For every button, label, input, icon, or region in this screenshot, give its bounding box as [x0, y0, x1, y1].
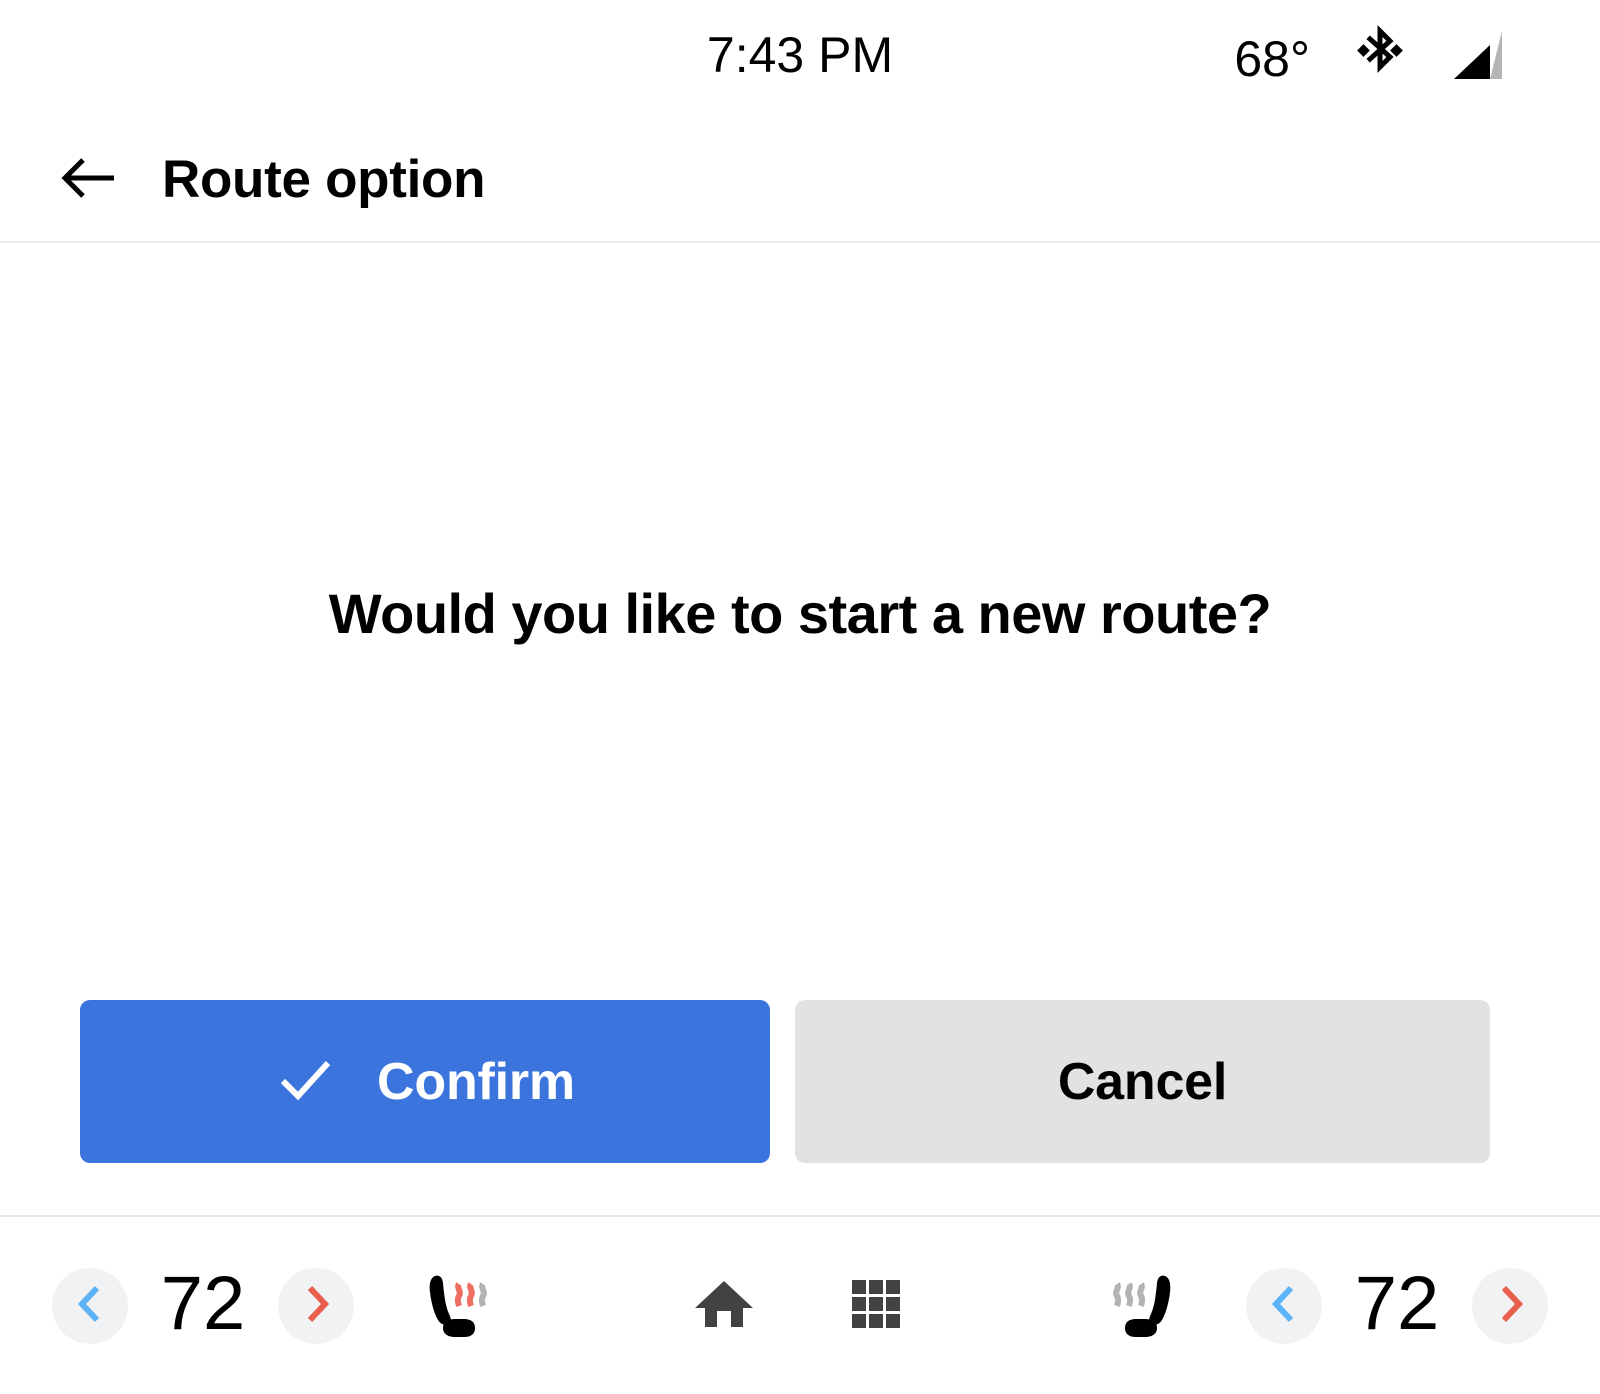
driver-temperature-value: 72 — [160, 1260, 246, 1346]
main-content: Would you like to start a new route? Con… — [0, 243, 1600, 1215]
prompt-text: Would you like to start a new route? — [328, 582, 1272, 645]
home-button[interactable] — [681, 1263, 767, 1349]
page-title: Route option — [162, 150, 486, 209]
apps-grid-icon — [845, 1273, 907, 1338]
app-header: Route option — [0, 118, 1600, 243]
outside-temperature: 68° — [1234, 30, 1310, 87]
passenger-heated-seat-button[interactable] — [1100, 1258, 1196, 1354]
center-nav-group — [681, 1263, 919, 1349]
driver-temp-decrease-button[interactable] — [52, 1267, 128, 1344]
climate-nav-bar: 72 72 — [0, 1215, 1600, 1394]
chevron-right-icon — [1493, 1283, 1527, 1328]
confirm-button[interactable]: Confirm — [80, 1000, 770, 1163]
cancel-button[interactable]: Cancel — [795, 1000, 1490, 1163]
passenger-temp-increase-button[interactable] — [1472, 1267, 1548, 1344]
check-icon — [275, 1050, 335, 1113]
heated-seat-icon — [406, 1258, 498, 1353]
passenger-temp-decrease-button[interactable] — [1246, 1267, 1322, 1344]
chevron-left-icon — [73, 1283, 107, 1328]
arrow-left-icon — [58, 147, 120, 212]
route-option-screen: 7:43 PM 68° Route option Would you like … — [0, 0, 1600, 1394]
chevron-left-icon — [1267, 1283, 1301, 1328]
back-button[interactable] — [58, 149, 120, 211]
action-buttons: Confirm Cancel — [80, 1000, 1490, 1163]
signal-bars-icon — [1450, 27, 1508, 90]
heated-seat-icon — [1102, 1258, 1194, 1353]
driver-heated-seat-button[interactable] — [404, 1258, 500, 1354]
chevron-right-icon — [299, 1283, 333, 1328]
passenger-climate-zone: 72 — [1100, 1258, 1548, 1354]
driver-climate-zone: 72 — [52, 1258, 500, 1354]
driver-temp-increase-button[interactable] — [278, 1267, 354, 1344]
status-indicators: 68° — [1234, 24, 1508, 89]
confirm-button-label: Confirm — [377, 1052, 575, 1111]
home-icon — [691, 1271, 757, 1340]
bluetooth-icon — [1356, 24, 1404, 89]
status-bar: 7:43 PM 68° — [0, 0, 1600, 118]
cancel-button-label: Cancel — [1057, 1052, 1228, 1111]
passenger-temperature-value: 72 — [1354, 1260, 1440, 1346]
apps-button[interactable] — [833, 1263, 919, 1349]
